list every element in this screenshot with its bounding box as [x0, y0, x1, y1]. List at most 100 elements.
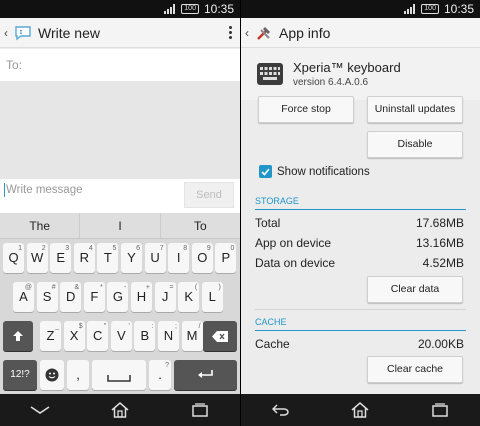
back-chevron-icon[interactable]: ‹ — [4, 26, 14, 40]
key-u[interactable]: 7U — [144, 243, 166, 273]
symbols-key[interactable]: 12!? — [3, 360, 37, 390]
recipient-field[interactable]: To: — [0, 49, 240, 81]
back-button[interactable] — [266, 400, 296, 420]
cache-label: Cache — [255, 337, 290, 351]
key-r[interactable]: 4R — [73, 243, 95, 273]
shift-arrow-icon — [13, 331, 23, 341]
app-info-screen: 100 10:35 ‹ App info Xperia™ keyboard ve… — [241, 0, 480, 426]
clock: 10:35 — [443, 2, 474, 16]
key-label: F — [90, 289, 99, 304]
recent-apps-button[interactable] — [185, 400, 215, 420]
key-t[interactable]: 5T — [97, 243, 119, 273]
key-label: Z — [46, 328, 55, 343]
key-o[interactable]: 9O — [191, 243, 213, 273]
messaging-app-icon[interactable] — [14, 24, 32, 42]
key-d[interactable]: & D — [60, 282, 82, 312]
section-divider — [255, 309, 466, 310]
home-button[interactable] — [105, 400, 135, 420]
key-w[interactable]: 2W — [26, 243, 48, 273]
key-secondary: & — [74, 284, 80, 291]
key-label: B — [140, 328, 150, 343]
key-secondary: ( — [194, 284, 198, 291]
key-p[interactable]: 0P — [215, 243, 237, 273]
key-i[interactable]: 8I — [168, 243, 190, 273]
keyboard-row-1: 1Q2W3E4R5T6Y7U8I9O0P — [0, 239, 240, 278]
key-s[interactable]: # S — [36, 282, 58, 312]
key-label: Q — [8, 250, 19, 265]
disable-button[interactable]: Disable — [367, 131, 463, 158]
overflow-menu-icon[interactable] — [220, 26, 240, 39]
send-button[interactable]: Send — [184, 182, 234, 208]
app-version: version 6.4.A.0.6 — [293, 77, 369, 88]
back-chevron-icon[interactable]: ‹ — [245, 26, 255, 40]
key-secondary: 8 — [183, 245, 188, 252]
emoji-key[interactable] — [40, 360, 64, 390]
shift-key[interactable] — [3, 321, 33, 351]
key-g[interactable]: -G — [107, 282, 129, 312]
home-icon — [351, 402, 369, 418]
uninstall-updates-button[interactable]: Uninstall updates — [367, 96, 463, 123]
key-m[interactable]: / M — [181, 321, 203, 351]
key-label: N — [163, 328, 174, 343]
key-secondary: # — [51, 284, 56, 291]
app-bar: ‹ App info — [241, 18, 480, 48]
clear-cache-button[interactable]: Clear cache — [367, 356, 463, 383]
key-b[interactable]: :B — [134, 321, 156, 351]
suggestion-item[interactable]: To — [161, 213, 240, 238]
home-button[interactable] — [345, 400, 375, 420]
key-z[interactable]: _ Z — [40, 321, 61, 351]
key-c[interactable]: " C — [87, 321, 109, 351]
settings-tools-icon[interactable] — [255, 24, 273, 42]
key-x[interactable]: $ X — [63, 321, 85, 351]
show-notifications-toggle[interactable]: Show notifications — [259, 165, 370, 178]
home-icon — [111, 402, 129, 418]
page-title: App info — [279, 24, 331, 41]
key-l[interactable]: ) L — [201, 282, 223, 312]
backspace-icon — [212, 331, 228, 342]
clear-data-button[interactable]: Clear data — [367, 276, 463, 303]
key-h[interactable]: + H — [131, 282, 152, 312]
storage-data-row: Data on device 4.52MB — [255, 256, 464, 270]
force-stop-button[interactable]: Force stop — [258, 96, 354, 123]
key-f[interactable]: * F — [83, 282, 105, 312]
key-label: T — [103, 250, 112, 265]
key-label: O — [197, 250, 208, 265]
chevron-down-icon — [30, 406, 50, 414]
recent-apps-button[interactable] — [425, 400, 455, 420]
key-j[interactable]: = J — [154, 282, 176, 312]
key-secondary: 0 — [230, 245, 235, 252]
keyboard-icon — [260, 67, 280, 80]
key-n[interactable]: ; N — [158, 321, 179, 351]
key-k[interactable]: (K — [178, 282, 200, 312]
key-secondary: ; — [175, 323, 177, 330]
key-v[interactable]: ' V — [110, 321, 132, 351]
app-size-label: App on device — [255, 236, 332, 250]
messaging-screen: 100 10:35 ‹ Write new To: Write message … — [0, 0, 240, 426]
key-secondary: 4 — [88, 245, 93, 252]
key-y[interactable]: 6Y — [121, 243, 142, 273]
hide-keyboard-button[interactable] — [25, 400, 55, 420]
enter-arrow-icon — [197, 370, 213, 378]
period-key[interactable]: ?. — [149, 360, 171, 390]
back-arrow-icon — [271, 404, 289, 416]
data-size-value: 4.52MB — [422, 256, 464, 270]
comma-key[interactable]: , — [67, 360, 89, 390]
space-key[interactable] — [92, 360, 146, 390]
enter-key[interactable] — [174, 360, 237, 390]
key-e[interactable]: 3E — [50, 243, 72, 273]
recent-apps-icon — [192, 403, 208, 417]
keyboard-row-3: _ Z $ X " C ' V: B; N / M — [0, 317, 240, 356]
key-label: . — [158, 367, 162, 382]
navigation-bar — [0, 394, 240, 426]
key-q[interactable]: 1Q — [3, 243, 24, 273]
key-label: P — [221, 250, 231, 265]
checkbox-checked-icon[interactable] — [259, 165, 272, 178]
message-input[interactable]: Write message — [4, 183, 82, 197]
backspace-key[interactable] — [203, 321, 237, 351]
smiley-icon — [45, 368, 59, 382]
app-bar: ‹ Write new — [0, 18, 240, 48]
recent-apps-icon — [432, 403, 448, 417]
key-a[interactable]: @ A — [13, 282, 34, 312]
suggestion-bar: The I To — [0, 213, 240, 239]
key-secondary: / — [198, 323, 201, 330]
